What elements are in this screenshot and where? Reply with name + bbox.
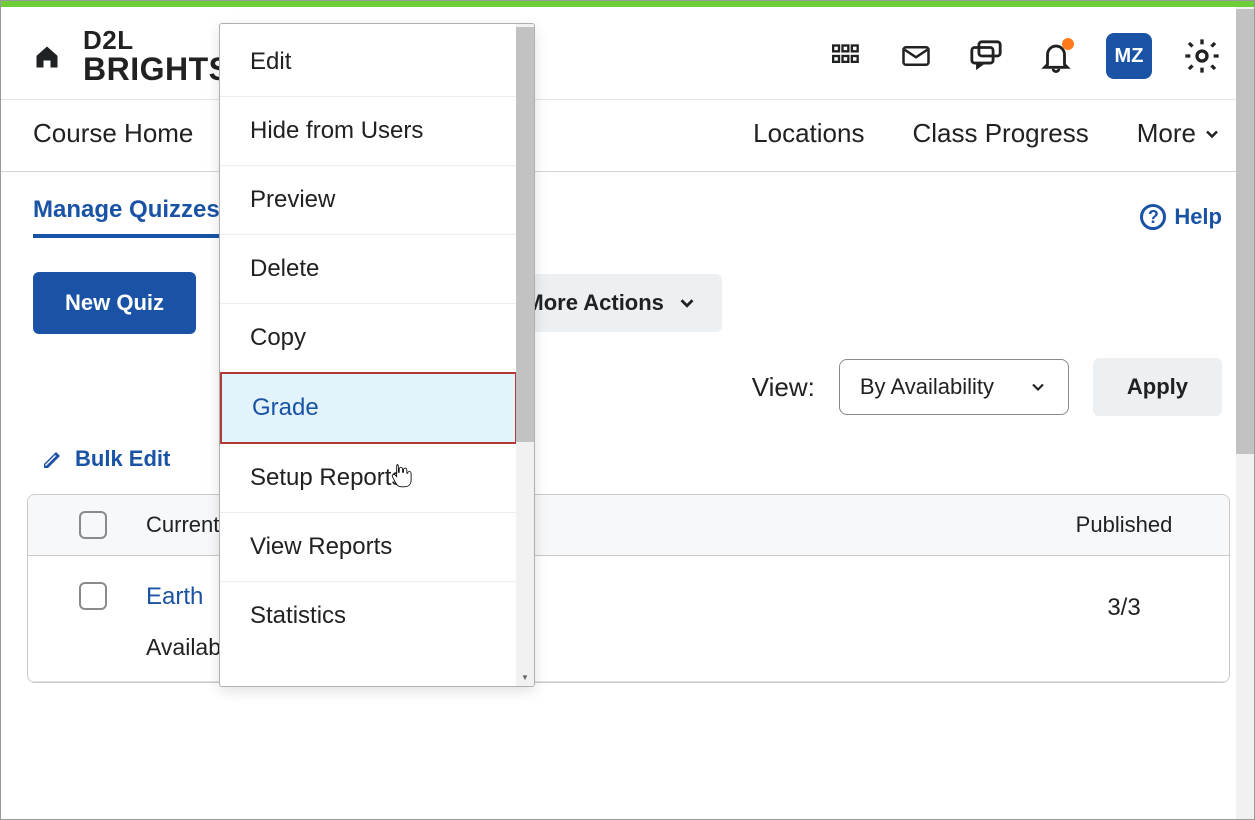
global-header: D2L BRIGHTS MZ	[1, 7, 1254, 100]
menu-item-edit[interactable]: Edit	[220, 28, 516, 97]
menu-scrollbar-thumb[interactable]	[516, 27, 534, 442]
actions-row: New Quiz Edit Categories More Actions	[1, 246, 1254, 346]
course-nav: Course Home Locations Class Progress Mor…	[1, 100, 1254, 172]
brand-logo[interactable]: D2L BRIGHTS	[83, 27, 231, 85]
help-icon: ?	[1140, 204, 1166, 230]
bulk-edit-link[interactable]: Bulk Edit	[1, 428, 1254, 488]
table-header: Current Quizzes Published	[28, 495, 1229, 556]
view-selected-value: By Availability	[860, 374, 994, 400]
view-row: View: By Availability Apply	[1, 346, 1254, 428]
select-all-checkbox[interactable]	[79, 511, 107, 539]
pencil-icon	[41, 447, 65, 471]
menu-item-hide[interactable]: Hide from Users	[220, 97, 516, 166]
chevron-down-icon	[1028, 377, 1048, 397]
chat-icon[interactable]	[966, 36, 1006, 76]
nav-course-home[interactable]: Course Home	[33, 118, 193, 149]
menu-list: Edit Hide from Users Preview Delete Copy…	[220, 24, 516, 686]
nav-class-progress[interactable]: Class Progress	[912, 118, 1088, 149]
menu-item-grade[interactable]: Grade	[220, 372, 516, 444]
bell-icon[interactable]	[1036, 36, 1076, 76]
menu-item-copy[interactable]: Copy	[220, 304, 516, 373]
help-link[interactable]: ? Help	[1140, 204, 1222, 230]
published-count: 3/3	[1039, 576, 1209, 622]
quiz-title-link[interactable]: Earth	[146, 583, 203, 610]
menu-item-view-reports[interactable]: View Reports	[220, 513, 516, 582]
tab-manage-quizzes[interactable]: Manage Quizzes	[33, 196, 220, 238]
new-quiz-button[interactable]: New Quiz	[33, 272, 196, 334]
brand-line-2: BRIGHTS	[83, 53, 231, 85]
avatar-initials: MZ	[1115, 45, 1144, 68]
quiz-subtabs: Manage Quizzes Statistics ? Help	[1, 172, 1254, 246]
chevron-down-icon	[676, 292, 698, 314]
bulk-edit-label: Bulk Edit	[75, 446, 170, 472]
page-scrollbar-thumb[interactable]	[1236, 9, 1254, 454]
brand-line-1: D2L	[83, 27, 231, 53]
menu-item-delete[interactable]: Delete	[220, 235, 516, 304]
menu-item-preview[interactable]: Preview	[220, 166, 516, 235]
nav-more-label: More	[1137, 118, 1196, 149]
user-avatar[interactable]: MZ	[1106, 33, 1152, 79]
row-checkbox[interactable]	[79, 582, 107, 610]
home-icon[interactable]	[33, 43, 61, 69]
quiz-context-menu: Edit Hide from Users Preview Delete Copy…	[219, 23, 535, 687]
view-select[interactable]: By Availability	[839, 359, 1069, 415]
chevron-down-icon	[1202, 124, 1222, 144]
gear-icon[interactable]	[1182, 36, 1222, 76]
table-row: Earth Available on Mar 27, 2023 12:01 AM…	[28, 556, 1229, 682]
apps-grid-icon[interactable]	[826, 36, 866, 76]
nav-locations[interactable]: Locations	[753, 118, 864, 149]
quizzes-table: Current Quizzes Published Earth Availabl…	[27, 494, 1230, 683]
mail-icon[interactable]	[896, 36, 936, 76]
menu-item-setup-reports[interactable]: Setup Reports	[220, 444, 516, 513]
notification-dot	[1062, 38, 1074, 50]
more-actions-label: More Actions	[525, 290, 664, 316]
help-label: Help	[1174, 204, 1222, 230]
col-published-header: Published	[1039, 512, 1209, 538]
scroll-down-arrow[interactable]: ▼	[516, 669, 534, 686]
header-icons: MZ	[826, 33, 1222, 79]
menu-item-statistics[interactable]: Statistics	[220, 582, 516, 650]
apply-button[interactable]: Apply	[1093, 358, 1222, 416]
nav-more[interactable]: More	[1137, 118, 1222, 149]
view-label: View:	[752, 372, 815, 403]
